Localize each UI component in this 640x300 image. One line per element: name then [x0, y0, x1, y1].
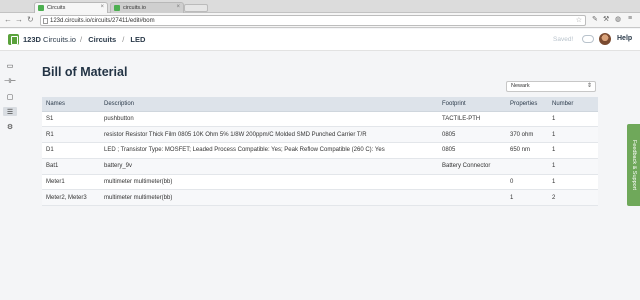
gear-icon[interactable]: ⚙ — [5, 122, 15, 131]
cell-footprint: 0805 — [438, 142, 506, 159]
cell-number: 1 — [548, 142, 598, 159]
table-header-row: Names Description Footprint Properties N… — [42, 97, 598, 112]
cell-description: pushbutton — [100, 111, 438, 128]
cell-number: 1 — [548, 174, 598, 191]
cell-footprint: TACTILE-PTH — [438, 111, 506, 128]
table-row: D1 LED ; Transistor Type: MOSFET; Leaded… — [42, 142, 598, 159]
cell-description: LED ; Transistor Type: MOSFET; Leaded Pr… — [100, 142, 438, 159]
cell-name: Meter1 — [42, 174, 100, 191]
reload-icon[interactable]: ↻ — [27, 15, 34, 25]
menu-icon[interactable]: ≡ — [628, 15, 632, 22]
cell-name: Bat1 — [42, 158, 100, 175]
cloud-icon[interactable] — [582, 35, 594, 43]
close-icon[interactable]: × — [176, 4, 180, 10]
column-header-footprint[interactable]: Footprint — [438, 97, 506, 112]
browser-toolbar: ← → ↻ 123d.circuits.io/circuits/27411/ed… — [0, 13, 640, 28]
cell-description: multimeter multimeter(bb) — [100, 174, 438, 191]
bom-table: Names Description Footprint Properties N… — [42, 97, 598, 207]
lock-icon[interactable]: ◍ — [615, 15, 621, 23]
pcb-icon[interactable]: ▢ — [5, 92, 15, 101]
table-row: Bat1 battery_9v Battery Connector 1 — [42, 158, 598, 175]
tab-label: Circuits — [47, 5, 66, 11]
new-tab-button[interactable] — [184, 4, 208, 12]
table-row: Meter2, Meter3 multimeter multimeter(bb)… — [42, 189, 598, 207]
browser-tabstrip: Circuits × circuits.io × — [0, 0, 640, 13]
column-header-properties[interactable]: Properties — [506, 97, 548, 112]
cell-number: 1 — [548, 111, 598, 128]
app-header: 123D Circuits.io / Circuits / LED Saved!… — [0, 29, 640, 51]
column-header-number[interactable]: Number — [548, 97, 598, 112]
cell-footprint — [438, 189, 506, 207]
browser-tab-circuits[interactable]: Circuits × — [34, 2, 108, 13]
cell-description: multimeter multimeter(bb) — [100, 189, 438, 207]
feedback-label: Feedback & Support — [630, 139, 637, 191]
avatar[interactable] — [599, 33, 611, 45]
brand-light: Circuits.io — [43, 35, 76, 44]
forward-icon[interactable]: → — [15, 15, 23, 25]
column-header-description[interactable]: Description — [100, 97, 438, 112]
table-row: S1 pushbutton TACTILE-PTH 1 — [42, 111, 598, 128]
circuits-favicon-icon — [38, 5, 44, 11]
table-row: R1 resistor Resistor Thick Film 0805 10K… — [42, 126, 598, 144]
cell-properties — [506, 111, 548, 128]
cell-footprint: Battery Connector — [438, 158, 506, 175]
breadcrumb: / Circuits / LED — [76, 35, 145, 44]
breadcrumb-led[interactable]: LED — [130, 35, 145, 44]
tab-label: circuits.io — [123, 5, 146, 11]
back-icon[interactable]: ← — [4, 15, 12, 25]
page-title: Bill of Material — [42, 65, 128, 79]
help-link[interactable]: Help — [617, 35, 632, 42]
breadboard-icon[interactable]: ▭ — [5, 61, 15, 70]
circuits-logo-icon[interactable] — [8, 34, 19, 45]
cell-properties: 370 ohm — [506, 126, 548, 144]
cell-properties — [506, 158, 548, 175]
cell-name: S1 — [42, 111, 100, 128]
brand-bold: 123D — [23, 35, 41, 44]
tool-rail: ▭ ⊣⊢ ▢ ☰ ⚙ — [0, 51, 20, 300]
table-row: Meter1 multimeter multimeter(bb) 0 1 — [42, 174, 598, 191]
cell-name: Meter2, Meter3 — [42, 189, 100, 207]
page-icon — [43, 18, 48, 24]
cell-description: battery_9v — [100, 158, 438, 175]
breadcrumb-separator: / — [80, 35, 83, 44]
address-bar[interactable]: 123d.circuits.io/circuits/27411/edit#bom… — [40, 15, 586, 26]
star-icon[interactable]: ☆ — [576, 16, 582, 26]
extension-icon[interactable]: ✎ — [592, 15, 598, 23]
cell-name: R1 — [42, 126, 100, 144]
supplier-select-value: Newark — [511, 83, 530, 89]
breadcrumb-separator: / — [122, 35, 125, 44]
brand-name[interactable]: 123D Circuits.io — [23, 35, 76, 44]
cell-name: D1 — [42, 142, 100, 159]
bom-list-icon[interactable]: ☰ — [3, 107, 17, 116]
breadcrumb-circuits[interactable]: Circuits — [88, 35, 116, 44]
cell-properties: 650 nm — [506, 142, 548, 159]
cell-footprint — [438, 174, 506, 191]
circuits-favicon-icon — [114, 5, 120, 11]
wrench-icon[interactable]: ⚒ — [603, 15, 609, 23]
cell-properties: 0 — [506, 174, 548, 191]
feedback-support-tab[interactable]: Feedback & Support — [627, 124, 640, 206]
chevron-down-icon: ⇕ — [586, 83, 592, 89]
cell-number: 1 — [548, 126, 598, 144]
close-icon[interactable]: × — [100, 4, 104, 10]
supplier-select[interactable]: Newark ⇕ — [506, 81, 596, 92]
cell-description: resistor Resistor Thick Film 0805 10K Oh… — [100, 126, 438, 144]
schematic-icon[interactable]: ⊣⊢ — [4, 76, 16, 85]
cell-properties: 1 — [506, 189, 548, 207]
cell-number: 2 — [548, 189, 598, 207]
browser-tab-circuits-io[interactable]: circuits.io × — [110, 2, 184, 13]
cell-number: 1 — [548, 158, 598, 175]
saved-status: Saved! — [553, 36, 574, 43]
column-header-names[interactable]: Names — [42, 97, 100, 112]
address-url: 123d.circuits.io/circuits/27411/edit#bom — [50, 18, 155, 24]
cell-footprint: 0805 — [438, 126, 506, 144]
